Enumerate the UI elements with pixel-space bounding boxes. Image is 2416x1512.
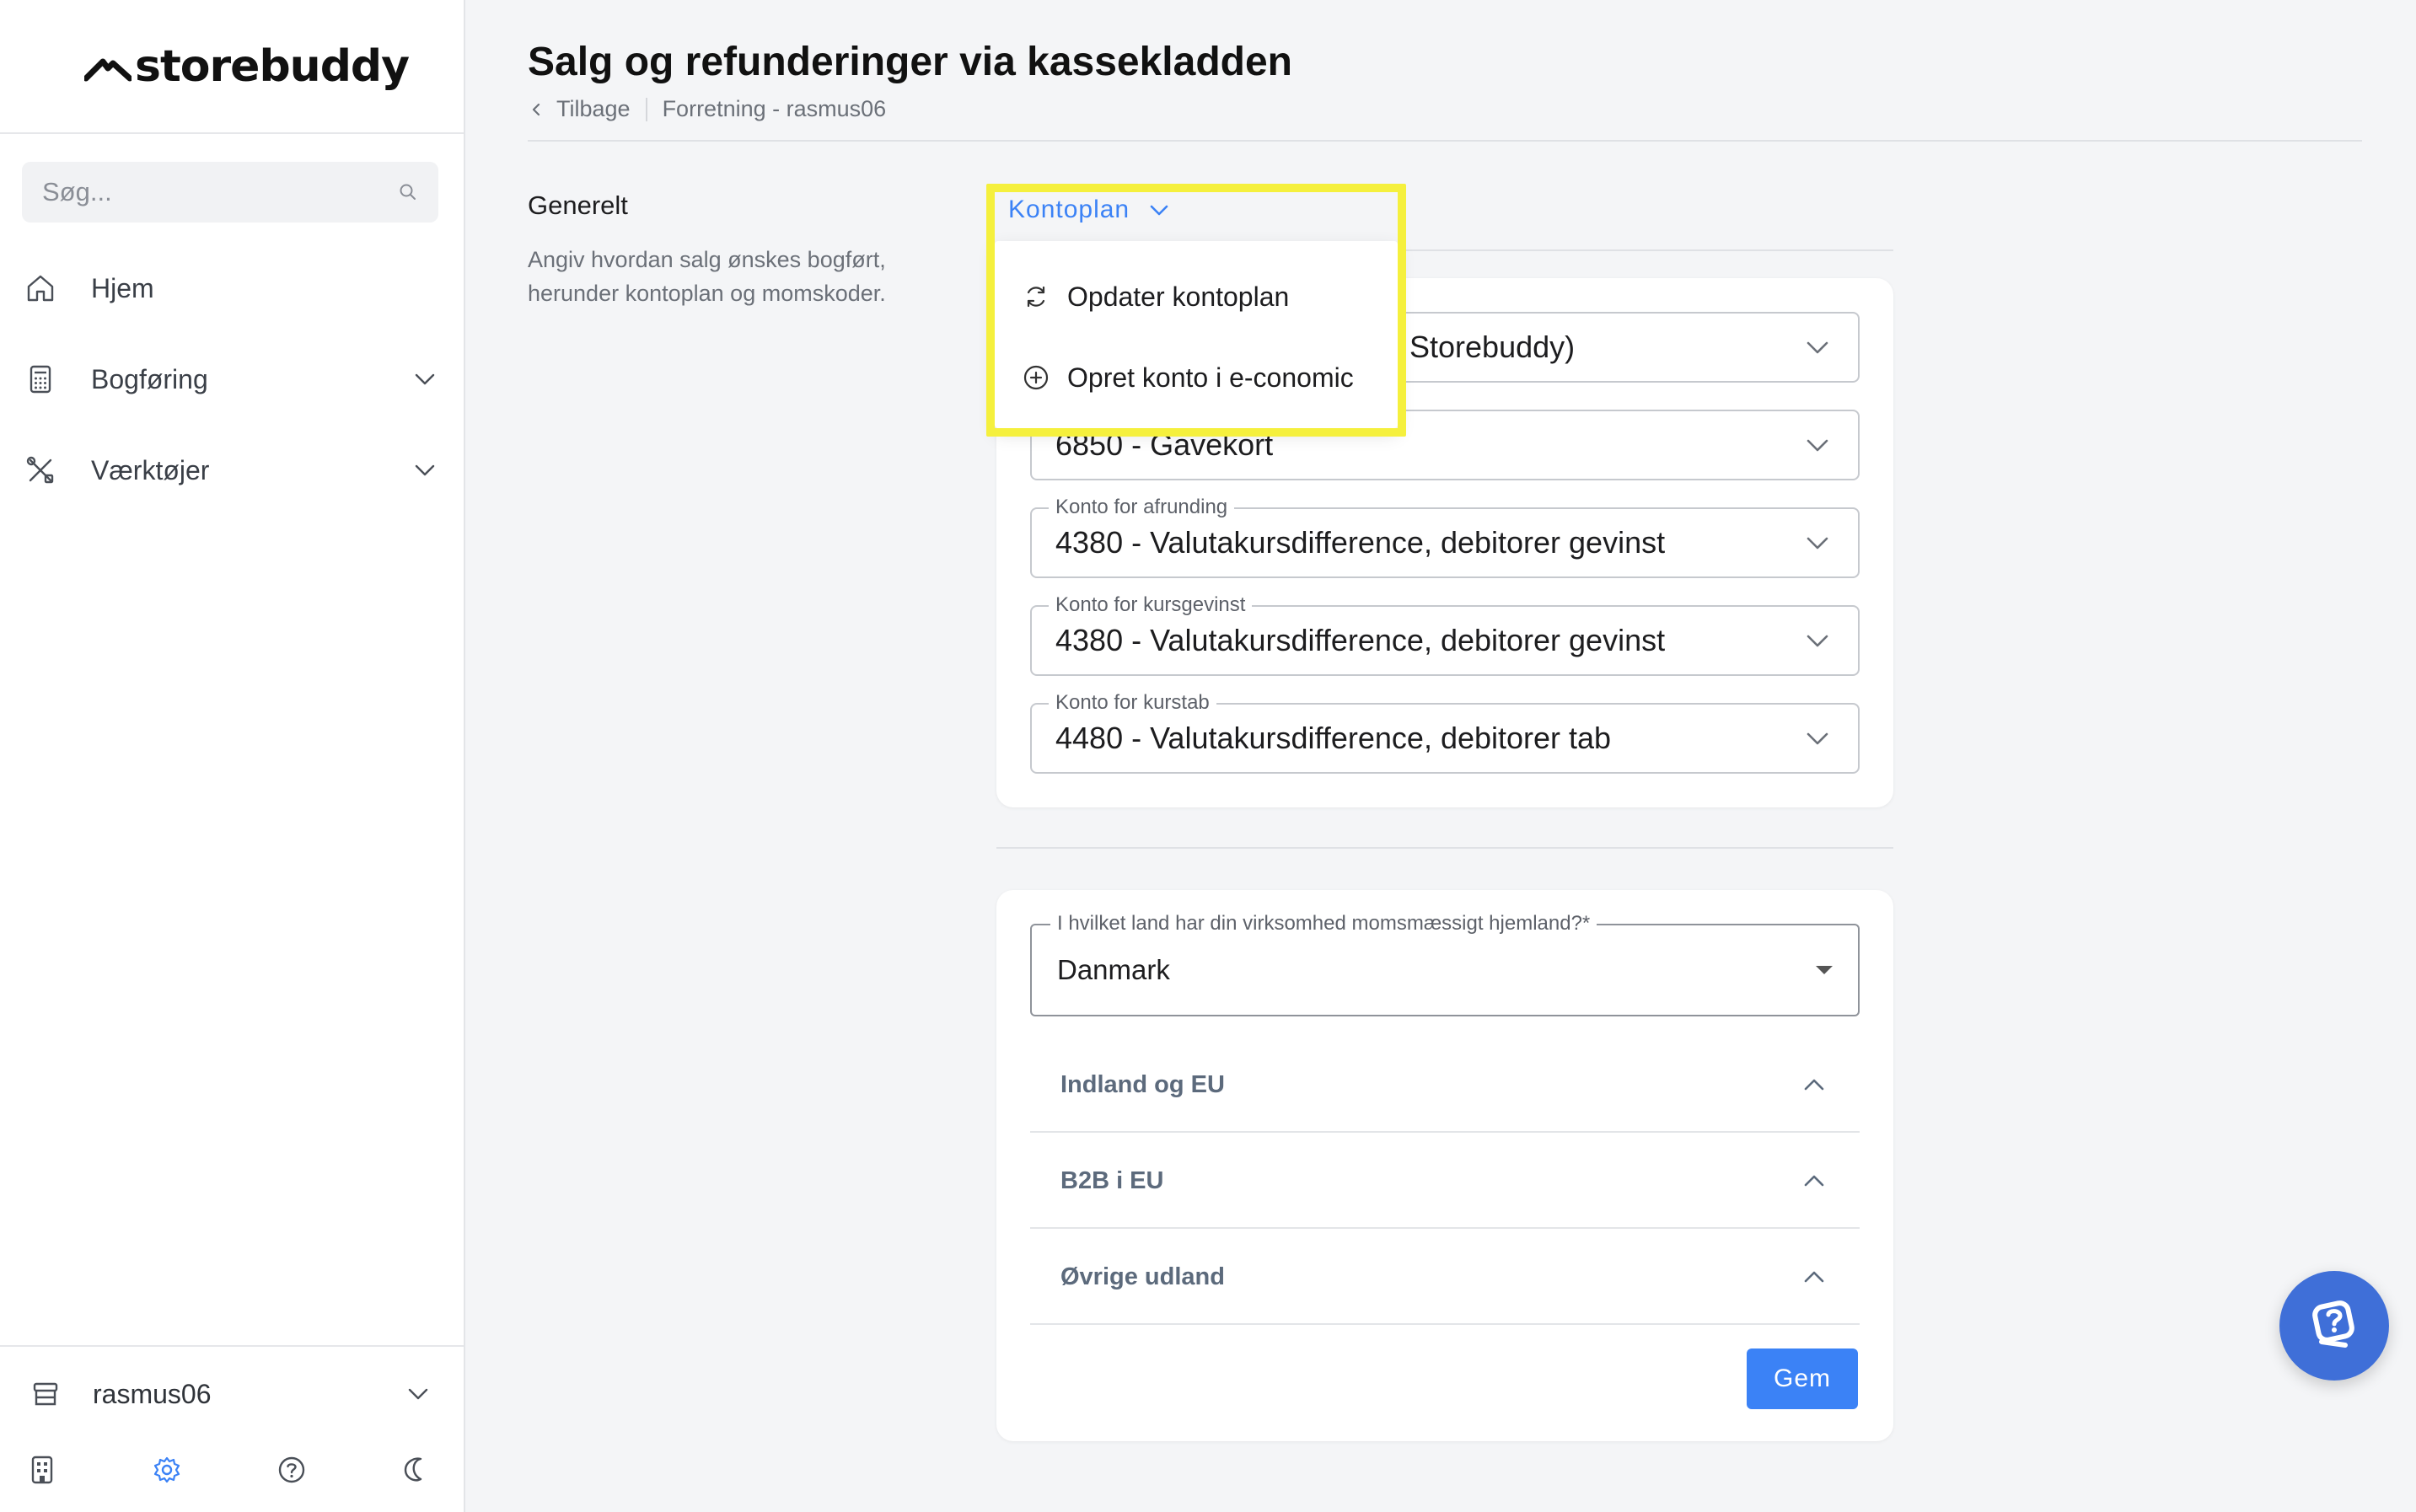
building-icon[interactable] [25,1453,59,1487]
sidebar-item-label: Værktøjer [91,454,210,485]
sidebar-item-label: Bogføring [91,363,208,394]
sidebar-item-hjem[interactable]: Hjem [22,255,443,322]
account-select-kurstab[interactable]: Konto for kurstab 4480 - Valutakursdiffe… [1030,691,1860,774]
breadcrumb-current: Forretning - rasmus06 [662,96,887,121]
country-select-value: Danmark [1057,954,1170,985]
chat-help-icon [2312,1300,2354,1348]
chevron-down-icon [1807,341,1828,354]
field-label: I hvilket land har din virksomhed momsmæ… [1050,912,1597,936]
search-icon [400,184,416,200]
back-link[interactable]: Tilbage [556,96,631,122]
divider [528,140,2362,142]
account-select-value: 4380 - Valutakursdifference, debitorer g… [1055,525,1666,560]
sidebar-footer [0,1441,464,1500]
divider [996,847,1893,849]
chevron-down-icon [1807,439,1828,452]
gear-icon[interactable] [150,1453,184,1487]
chevron-down-icon[interactable] [410,364,440,394]
sidebar-item-label: Hjem [91,272,154,303]
shop-selector[interactable]: rasmus06 [29,1364,433,1424]
breadcrumb-separator [645,97,647,121]
field-label: Konto for afrunding [1049,496,1235,519]
chevron-down-icon[interactable] [403,1379,433,1409]
search-bar[interactable] [22,162,438,223]
accordion-label: B2B i EU [1060,1166,1164,1194]
account-select-value: 4480 - Valutakursdifference, debitorer t… [1055,721,1612,755]
sidebar-item-bogforing[interactable]: Bogføring [22,346,443,413]
account-select-value: 4380 - Valutakursdifference, debitorer g… [1055,623,1666,657]
search-input[interactable] [42,177,398,207]
accordion-label: Indland og EU [1060,1070,1225,1098]
section-description: Angiv hvordan salg ønskes bogført, herun… [528,247,886,306]
logo-mark-icon [84,58,132,82]
calculator-icon [22,361,59,398]
account-select-afrunding[interactable]: Konto for afrunding 4380 - Valutakursdif… [1030,496,1860,578]
sidebar: storebuddy Hjem Bogføring [0,0,465,1512]
country-select[interactable]: I hvilket land har din virksomhed momsmæ… [1030,912,1860,1016]
storebuddy-logo[interactable]: storebuddy [84,37,410,96]
help-circle-icon[interactable] [275,1453,309,1487]
accordion-ovrige-udland[interactable]: Øvrige udland [1030,1231,1860,1325]
page-title: Salg og refunderinger via kassekladden [528,40,1292,84]
home-icon [22,270,59,307]
chevron-down-icon [1807,635,1828,647]
breadcrumb: Tilbage Forretning - rasmus06 [528,96,886,122]
section-title: Generelt [528,190,628,220]
accordion-b2b-eu[interactable]: B2B i EU [1030,1134,1860,1229]
highlight-box [986,184,1406,437]
sidebar-item-vaerktojer[interactable]: Værktøjer [22,437,443,504]
caret-down-icon [1816,966,1833,974]
divider [0,1345,464,1347]
chevron-up-icon [1804,1175,1824,1187]
divider [0,132,464,134]
chevron-left-icon[interactable] [528,101,545,118]
account-select-kursgevinst[interactable]: Konto for kursgevinst 4380 - Valutakursd… [1030,593,1860,676]
tools-icon [22,452,59,489]
chevron-down-icon [1807,732,1828,745]
vat-card: I hvilket land har din virksomhed momsmæ… [996,890,1893,1441]
chevron-down-icon [1807,537,1828,550]
logo-text: storebuddy [135,41,410,92]
accordion-indland-eu[interactable]: Indland og EU [1030,1038,1860,1133]
moon-icon[interactable] [400,1453,433,1487]
chevron-up-icon [1804,1271,1824,1283]
store-icon [29,1377,62,1411]
shop-name: rasmus06 [93,1378,212,1409]
save-button[interactable]: Gem [1747,1348,1858,1409]
help-chat-button[interactable] [2279,1271,2389,1381]
field-label: Konto for kurstab [1049,691,1216,715]
accordion-label: Øvrige udland [1060,1263,1225,1290]
chevron-up-icon [1804,1079,1824,1091]
chevron-down-icon[interactable] [410,455,440,485]
field-label: Konto for kursgevinst [1049,593,1253,617]
